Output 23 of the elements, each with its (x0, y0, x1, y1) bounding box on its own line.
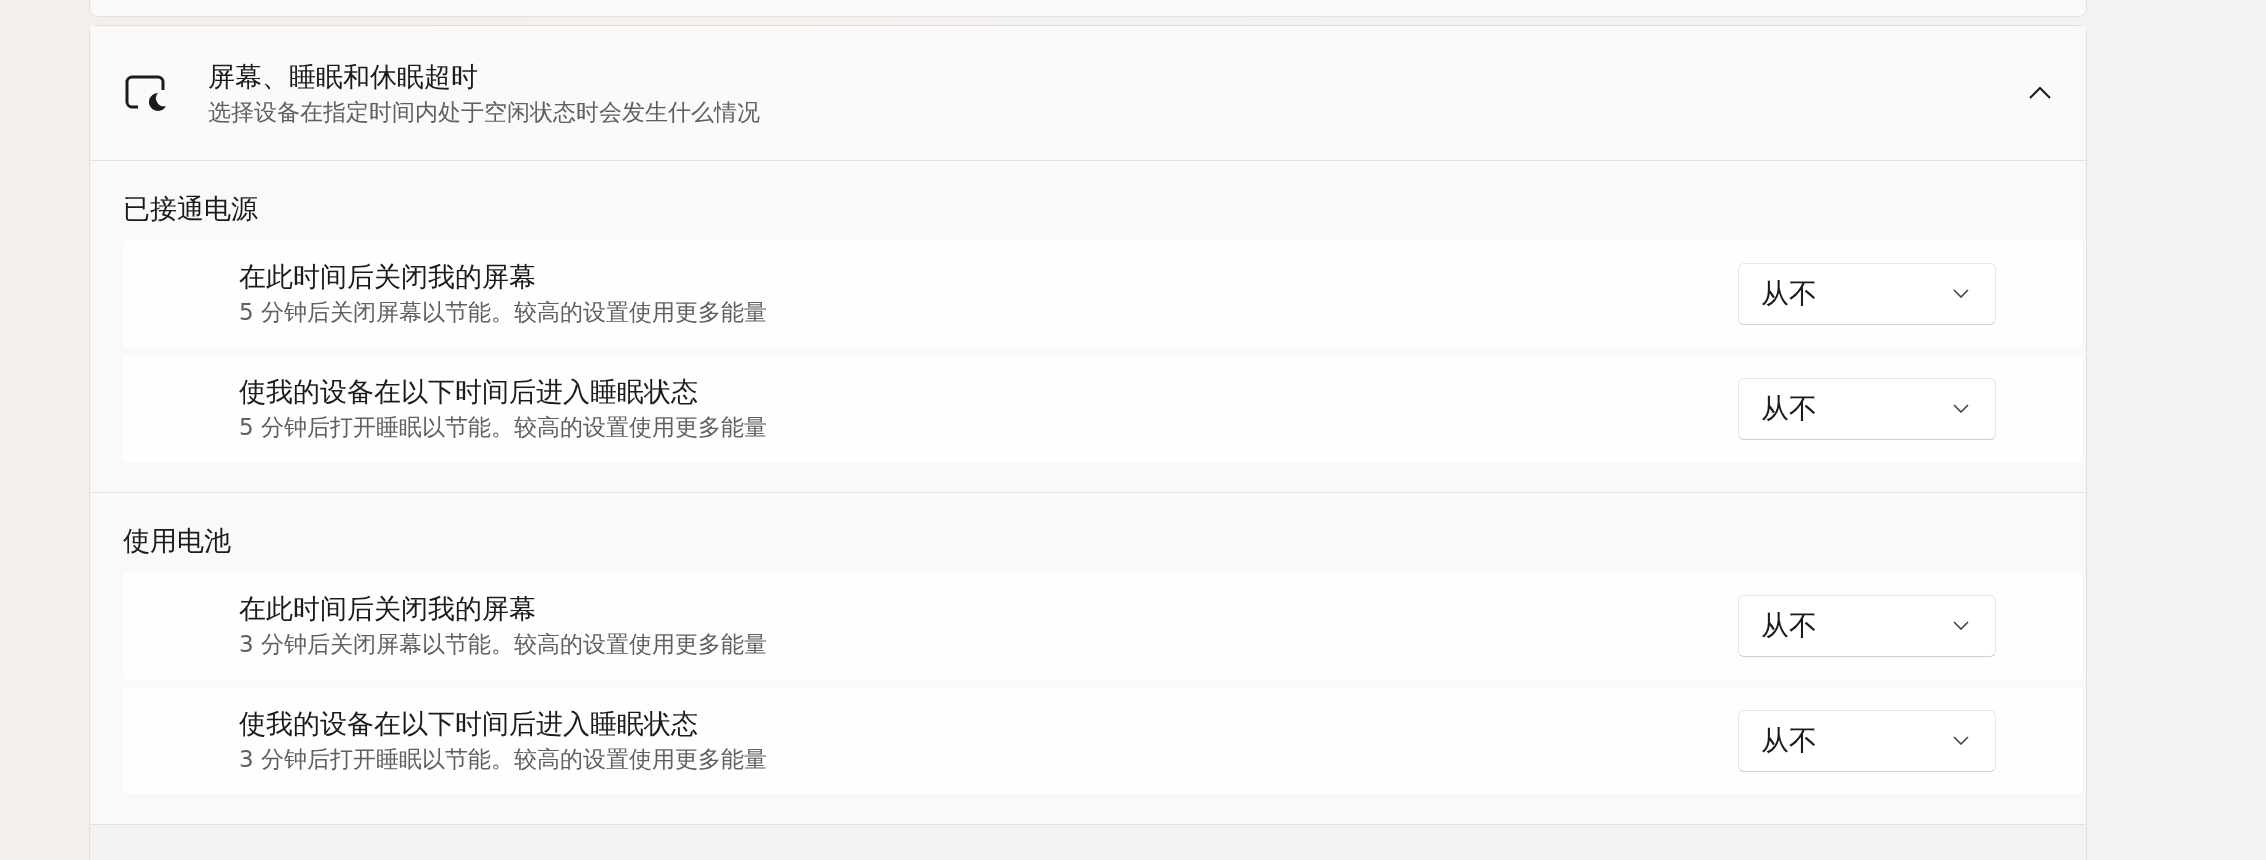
group-label: 使用电池 (123, 524, 232, 558)
setting-description: 3 分钟后关闭屏幕以节能。较高的设置使用更多能量 (239, 630, 768, 659)
dropdown[interactable]: 从不 (1738, 377, 1996, 440)
setting-title: 使我的设备在以下时间后进入睡眠状态 (239, 707, 699, 741)
dropdown[interactable]: 从不 (1738, 262, 1996, 325)
setting-description: 5 分钟后关闭屏幕以节能。较高的设置使用更多能量 (239, 298, 768, 327)
setting-description: 5 分钟后打开睡眠以节能。较高的设置使用更多能量 (239, 413, 768, 442)
dropdown[interactable]: 从不 (1738, 709, 1996, 772)
group-label: 已接通电源 (123, 192, 259, 226)
expander-header[interactable]: 屏幕、睡眠和休眠超时 选择设备在指定时间内处于空闲状态时会发生什么情况 (90, 26, 2086, 161)
setting-description: 3 分钟后打开睡眠以节能。较高的设置使用更多能量 (239, 745, 768, 774)
display-moon-icon (124, 73, 168, 113)
dropdown[interactable]: 从不 (1738, 594, 1996, 657)
chevron-down-icon (1953, 621, 1969, 630)
setting-title: 在此时间后关闭我的屏幕 (239, 260, 537, 294)
chevron-down-icon (1953, 736, 1969, 745)
chevron-down-icon (1953, 404, 1969, 413)
chevron-down-icon (1953, 289, 1969, 298)
setting-title: 在此时间后关闭我的屏幕 (239, 592, 537, 626)
section-description: 选择设备在指定时间内处于空闲状态时会发生什么情况 (208, 97, 761, 127)
chevron-up-icon (2028, 86, 2052, 100)
setting-title: 使我的设备在以下时间后进入睡眠状态 (239, 375, 699, 409)
section-title: 屏幕、睡眠和休眠超时 (208, 59, 479, 94)
